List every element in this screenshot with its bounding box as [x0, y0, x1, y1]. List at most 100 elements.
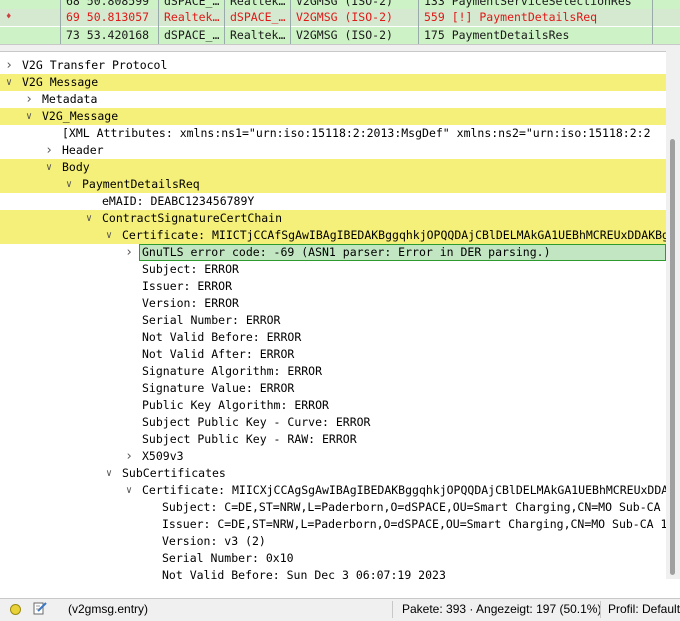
scrollbar-thumb[interactable] [670, 139, 675, 575]
packet-list[interactable]: 68 50.808599 dSPACE_… Realtek… V2GMSG (ISO-… [0, 0, 680, 44]
chevron-down-icon[interactable]: ∨ [104, 227, 114, 244]
column-separator [652, 0, 653, 44]
tree-item-label: ContractSignatureCertChain [102, 211, 283, 225]
packet-cell-proto: V2GMSG (ISO-2) [296, 28, 393, 42]
chevron-down-icon[interactable]: ∨ [44, 159, 54, 176]
details-scrollbar[interactable] [666, 51, 680, 579]
tree-item[interactable]: Issuer: ERROR [0, 278, 666, 295]
tree-item[interactable]: ∨ V2G Message [0, 74, 666, 91]
tree-item-label: Public Key Algorithm: ERROR [142, 398, 329, 412]
tree-item[interactable]: ∨ Certificate: MIICTjCCAfSgAwIBAgIBEDAKBg… [0, 227, 666, 244]
packet-cell-dest: Realtek… [230, 28, 286, 42]
tree-item-label: Subject: ERROR [142, 262, 239, 276]
tree-item-label: Not Valid After: ERROR [142, 347, 295, 361]
chevron-down-icon[interactable]: ∨ [24, 108, 34, 125]
tree-item-label: Version: ERROR [142, 296, 239, 310]
column-separator [224, 0, 225, 44]
tree-item[interactable]: › GnuTLS error code: -69 (ASN1 parser: Er… [0, 244, 666, 261]
tree-item-label: [XML Attributes: xmlns:ns1="urn:iso:1511… [62, 126, 651, 140]
tree-item[interactable]: ∨ V2G_Message [0, 108, 666, 125]
tree-item[interactable]: Subject: C=DE,ST=NRW,L=Paderborn,O=dSPAC… [0, 499, 666, 516]
packet-row[interactable]: ♦ 69 50.813057 Realtek… dSPACE_… V2GMSG (ISO… [0, 9, 680, 26]
tree-item[interactable]: Not Valid Before: Sun Dec 3 06:07:19 202… [0, 567, 666, 579]
tree-item[interactable]: Subject Public Key - RAW: ERROR [0, 431, 666, 448]
tree-item[interactable]: Version: ERROR [0, 295, 666, 312]
column-separator [60, 0, 61, 44]
related-packet-marker-icon: ♦ [6, 12, 12, 22]
tree-item[interactable]: Not Valid Before: ERROR [0, 329, 666, 346]
tree-item-label: Issuer: ERROR [142, 279, 233, 293]
tree-item[interactable]: ∨ PaymentDetailsReq [0, 176, 666, 193]
tree-item[interactable]: Version: v3 (2) [0, 533, 666, 550]
packet-cell-source: Realtek… [164, 10, 220, 24]
status-profile[interactable]: Profil: Default [608, 602, 680, 616]
chevron-down-icon[interactable]: ∨ [124, 482, 134, 499]
packet-details-tree[interactable]: › V2G Transfer Protocol ∨ V2G Message › Metad… [0, 51, 680, 579]
tree-item[interactable]: Public Key Algorithm: ERROR [0, 397, 666, 414]
tree-item-label: V2G Message [22, 75, 99, 89]
tree-item[interactable]: › X509v3 [0, 448, 666, 465]
tree-item-label: X509v3 [142, 449, 184, 463]
tree-item-label: V2G_Message [42, 109, 119, 123]
tree-item-label: Subject Public Key - Curve: ERROR [142, 415, 371, 429]
tree-item[interactable]: › Header [0, 142, 666, 159]
tree-item-label: Certificate: MIICXjCCAgSgAwIBAgIBEDAKBgg… [142, 483, 666, 497]
tree-item-label: V2G Transfer Protocol [22, 58, 168, 72]
tree-item-label: Not Valid Before: ERROR [142, 330, 302, 344]
chevron-right-icon[interactable]: › [24, 91, 34, 108]
tree-item-label: Serial Number: ERROR [142, 313, 281, 327]
edit-comment-icon[interactable] [32, 600, 48, 619]
tree-item[interactable]: ∨ SubCertificates [0, 465, 666, 482]
tree-item[interactable]: Signature Algorithm: ERROR [0, 363, 666, 380]
column-separator [158, 0, 159, 44]
tree-item-label: SubCertificates [122, 466, 226, 480]
chevron-right-icon[interactable]: › [44, 142, 54, 159]
tree-item[interactable]: Subject Public Key - Curve: ERROR [0, 414, 666, 431]
packet-cell-info: 559 [!] PaymentDetailsReq [424, 10, 598, 24]
tree-item[interactable]: Subject: ERROR [0, 261, 666, 278]
chevron-down-icon[interactable]: ∨ [84, 210, 94, 227]
tree-item[interactable]: Issuer: C=DE,ST=NRW,L=Paderborn,O=dSPACE… [0, 516, 666, 533]
tree-item-label: Metadata [42, 92, 98, 106]
tree-item-label: Not Valid Before: Sun Dec 3 06:07:19 202… [162, 568, 446, 579]
tree-item[interactable]: ∨ ContractSignatureCertChain [0, 210, 666, 227]
chevron-down-icon[interactable]: ∨ [64, 176, 74, 193]
tree-item[interactable]: Serial Number: ERROR [0, 312, 666, 329]
tree-item-label: Signature Value: ERROR [142, 381, 295, 395]
tree-item[interactable]: Signature Value: ERROR [0, 380, 666, 397]
chevron-right-icon[interactable]: › [4, 57, 14, 74]
column-separator [290, 0, 291, 44]
status-bar: (v2gmsg.entry) Pakete: 393 · Angezeigt: … [0, 598, 680, 621]
tree-item-label: Body [62, 160, 90, 174]
tree-item[interactable]: › Metadata [0, 91, 666, 108]
tree-item-label: eMAID: DEABC123456789Y [102, 194, 255, 208]
tree-item[interactable]: eMAID: DEABC123456789Y [0, 193, 666, 210]
packet-row[interactable]: 73 53.420168 dSPACE_… Realtek… V2GMSG (ISO-… [0, 27, 680, 44]
tree-item-label: Certificate: MIICTjCCAfSgAwIBAgIBEDAKBgg… [122, 228, 666, 242]
status-packet-count: Pakete: 393 · Angezeigt: 197 (50.1%) [402, 602, 602, 616]
packet-cell-info: 175 PaymentDetailsRes [424, 28, 570, 42]
tree-item-label: Subject Public Key - RAW: ERROR [142, 432, 357, 446]
tree-item-label: Header [62, 143, 104, 157]
expert-info-dot-icon[interactable] [10, 604, 21, 615]
tree-item-label: Signature Algorithm: ERROR [142, 364, 323, 378]
column-separator [418, 0, 419, 44]
packet-cell-no-time: 73 53.420168 [66, 28, 150, 42]
packet-cell-proto: V2GMSG (ISO-2) [296, 10, 393, 24]
packet-cell-dest: dSPACE_… [230, 10, 286, 24]
tree-item-label: PaymentDetailsReq [82, 177, 200, 191]
chevron-down-icon[interactable]: ∨ [4, 74, 14, 91]
tree-item[interactable]: Not Valid After: ERROR [0, 346, 666, 363]
chevron-right-icon[interactable]: › [124, 448, 134, 465]
chevron-down-icon[interactable]: ∨ [104, 465, 114, 482]
tree-item-label: Serial Number: 0x10 [162, 551, 294, 565]
tree-item-label: Subject: C=DE,ST=NRW,L=Paderborn,O=dSPAC… [162, 500, 666, 514]
packet-cell-source: dSPACE_… [164, 28, 220, 42]
tree-item[interactable]: ∨ Body [0, 159, 666, 176]
packet-cell-no-time: 69 50.813057 [66, 10, 150, 24]
tree-item[interactable]: ∨ Certificate: MIICXjCCAgSgAwIBAgIBEDAKBg… [0, 482, 666, 499]
chevron-right-icon[interactable]: › [124, 244, 134, 261]
tree-item[interactable]: [XML Attributes: xmlns:ns1="urn:iso:1511… [0, 125, 666, 142]
tree-item[interactable]: › V2G Transfer Protocol [0, 57, 666, 74]
tree-item[interactable]: Serial Number: 0x10 [0, 550, 666, 567]
